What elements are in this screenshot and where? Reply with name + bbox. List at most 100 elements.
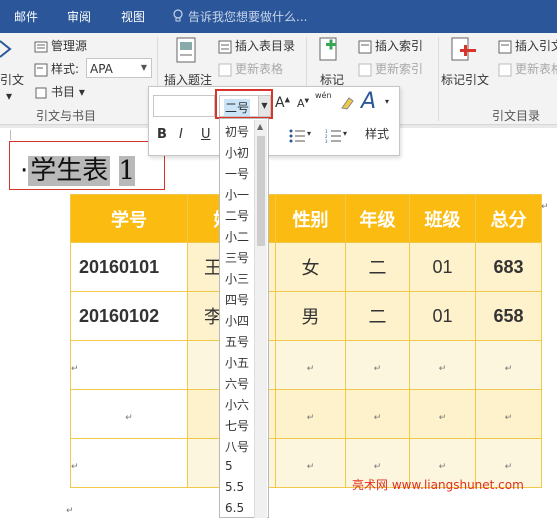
- font-size-option[interactable]: 小三: [225, 270, 249, 287]
- bullet-list-icon[interactable]: [289, 129, 305, 143]
- heading-text[interactable]: ·学生表 1: [20, 150, 136, 187]
- table-row: ↵ ↵ ↵ ↵ ↵: [70, 389, 542, 439]
- table-row: ↵ ↵ ↵ ↵ ↵: [70, 340, 542, 390]
- clear-format-icon[interactable]: [339, 95, 355, 111]
- table-cell-empty[interactable]: ↵: [475, 340, 542, 390]
- bibliography-button[interactable]: 书目 ▾: [34, 83, 85, 100]
- table-cell-empty[interactable]: ↵: [345, 389, 410, 439]
- table-cell-empty[interactable]: ↵: [70, 340, 188, 390]
- font-size-option[interactable]: 5.5: [225, 480, 244, 494]
- font-size-option[interactable]: 八号: [225, 438, 249, 455]
- update-toa-label: 更新表格: [515, 62, 557, 76]
- mark-entry-icon: [319, 37, 337, 61]
- table-cell[interactable]: 女: [275, 242, 346, 292]
- insert-caption-icon-button[interactable]: [176, 37, 196, 66]
- table-cell-empty[interactable]: ↵: [275, 438, 346, 488]
- font-size-option[interactable]: 五号: [225, 333, 249, 350]
- bold-button[interactable]: B: [157, 127, 167, 142]
- return-mark: ↵: [66, 506, 74, 516]
- table-cell[interactable]: 683: [475, 242, 542, 292]
- grow-font-button[interactable]: A▲: [275, 95, 290, 111]
- table-cell-empty[interactable]: ↵: [409, 340, 476, 390]
- font-size-option[interactable]: 二号: [225, 207, 249, 224]
- table-cell[interactable]: 二: [345, 242, 410, 292]
- refresh-icon: [358, 63, 372, 76]
- update-index-button[interactable]: 更新索引: [358, 60, 423, 77]
- return-mark: ↵: [438, 362, 447, 373]
- update-toa-button[interactable]: 更新表格: [498, 60, 557, 77]
- table-cell-empty[interactable]: ↵: [70, 438, 188, 488]
- table-cell[interactable]: 01: [409, 291, 476, 341]
- font-size-option[interactable]: 七号: [225, 417, 249, 434]
- tell-me-box[interactable]: 告诉我您想要做什么...: [172, 8, 307, 25]
- manage-sources-label: 管理源: [51, 39, 88, 53]
- ribbon-tab-bar: 邮件 审阅 视图 告诉我您想要做什么...: [0, 0, 557, 33]
- font-size-option[interactable]: 六号: [225, 375, 249, 392]
- table-cell-empty[interactable]: ↵: [345, 340, 410, 390]
- scroll-up-icon[interactable]: ▲: [257, 122, 263, 131]
- font-size-list-scrollbar[interactable]: ▲: [254, 120, 267, 518]
- phonetic-guide-button[interactable]: wén: [315, 91, 332, 100]
- header-cell: 班级: [409, 194, 476, 243]
- font-size-option[interactable]: 小五: [225, 354, 249, 371]
- font-size-option[interactable]: 小初: [225, 144, 249, 161]
- insert-toa-button[interactable]: 插入引文: [498, 37, 557, 54]
- return-mark: ↵: [306, 411, 315, 422]
- underline-button[interactable]: U: [201, 127, 211, 142]
- table-cell-empty[interactable]: ↵: [475, 389, 542, 439]
- table-cell[interactable]: 01: [409, 242, 476, 292]
- mark-citation-label[interactable]: 标记引文: [441, 71, 489, 88]
- tab-mailings[interactable]: 邮件: [14, 8, 38, 25]
- table-cell[interactable]: 658: [475, 291, 542, 341]
- return-mark: ↵: [504, 460, 513, 471]
- return-mark: ↵: [373, 460, 382, 471]
- table-cell[interactable]: 二: [345, 291, 410, 341]
- table-cell-empty[interactable]: ↵: [275, 340, 346, 390]
- tab-review[interactable]: 审阅: [67, 8, 91, 25]
- insert-toa-icon: [498, 40, 512, 53]
- numbered-list-icon[interactable]: 123: [325, 129, 341, 143]
- font-size-option[interactable]: 小六: [225, 396, 249, 413]
- insert-toc-figures-button[interactable]: 插入表目录: [218, 37, 295, 54]
- font-size-option[interactable]: 6.5: [225, 501, 244, 515]
- style-dropdown[interactable]: APA ▼: [86, 58, 152, 78]
- manage-sources-button[interactable]: 管理源: [34, 37, 87, 54]
- bibliography-label: 书目: [51, 85, 76, 99]
- scrollbar-thumb[interactable]: [257, 136, 265, 246]
- table-cell-empty[interactable]: ↵: [409, 389, 476, 439]
- font-size-option[interactable]: 小四: [225, 312, 249, 329]
- insert-citation-button[interactable]: [0, 39, 17, 61]
- group-label-toa: 引文目录: [492, 109, 541, 123]
- chevron-down-icon[interactable]: ▾: [385, 97, 389, 106]
- table-cell-empty[interactable]: ↵: [275, 389, 346, 439]
- font-size-option[interactable]: 小一: [225, 186, 249, 203]
- table-of-figures-icon: [218, 40, 232, 53]
- return-mark: ↵: [306, 460, 315, 471]
- font-size-option[interactable]: 5: [225, 459, 233, 473]
- return-mark: ↵: [306, 362, 315, 373]
- italic-button[interactable]: I: [179, 127, 183, 142]
- tab-view[interactable]: 视图: [121, 8, 145, 25]
- table-row: 20160101 王 女 二 01 683: [70, 242, 542, 292]
- mark-citation-icon-button[interactable]: [450, 37, 478, 66]
- font-name-input[interactable]: [153, 95, 215, 117]
- mark-entry-icon-button[interactable]: [318, 37, 340, 66]
- font-size-option[interactable]: 小二: [225, 228, 249, 245]
- font-size-option[interactable]: 一号: [225, 165, 249, 182]
- insert-index-button[interactable]: 插入索引: [358, 37, 423, 54]
- update-table-button[interactable]: 更新表格: [218, 60, 283, 77]
- styles-icon[interactable]: A: [361, 89, 376, 114]
- shrink-font-button[interactable]: A▼: [297, 97, 309, 110]
- font-size-option[interactable]: 初号: [225, 123, 249, 140]
- return-mark: ↵: [373, 411, 382, 422]
- table-cell[interactable]: 20160101: [70, 242, 188, 292]
- chevron-down-icon[interactable]: ▾: [343, 129, 347, 138]
- chevron-down-icon[interactable]: ▾: [307, 129, 311, 138]
- styles-label[interactable]: 样式: [365, 125, 389, 142]
- table-cell[interactable]: 20160102: [70, 291, 188, 341]
- font-size-option[interactable]: 四号: [225, 291, 249, 308]
- lightbulb-icon: [173, 9, 183, 22]
- table-cell[interactable]: 男: [275, 291, 346, 341]
- font-size-option[interactable]: 三号: [225, 249, 249, 266]
- table-cell-empty[interactable]: ↵: [70, 389, 188, 439]
